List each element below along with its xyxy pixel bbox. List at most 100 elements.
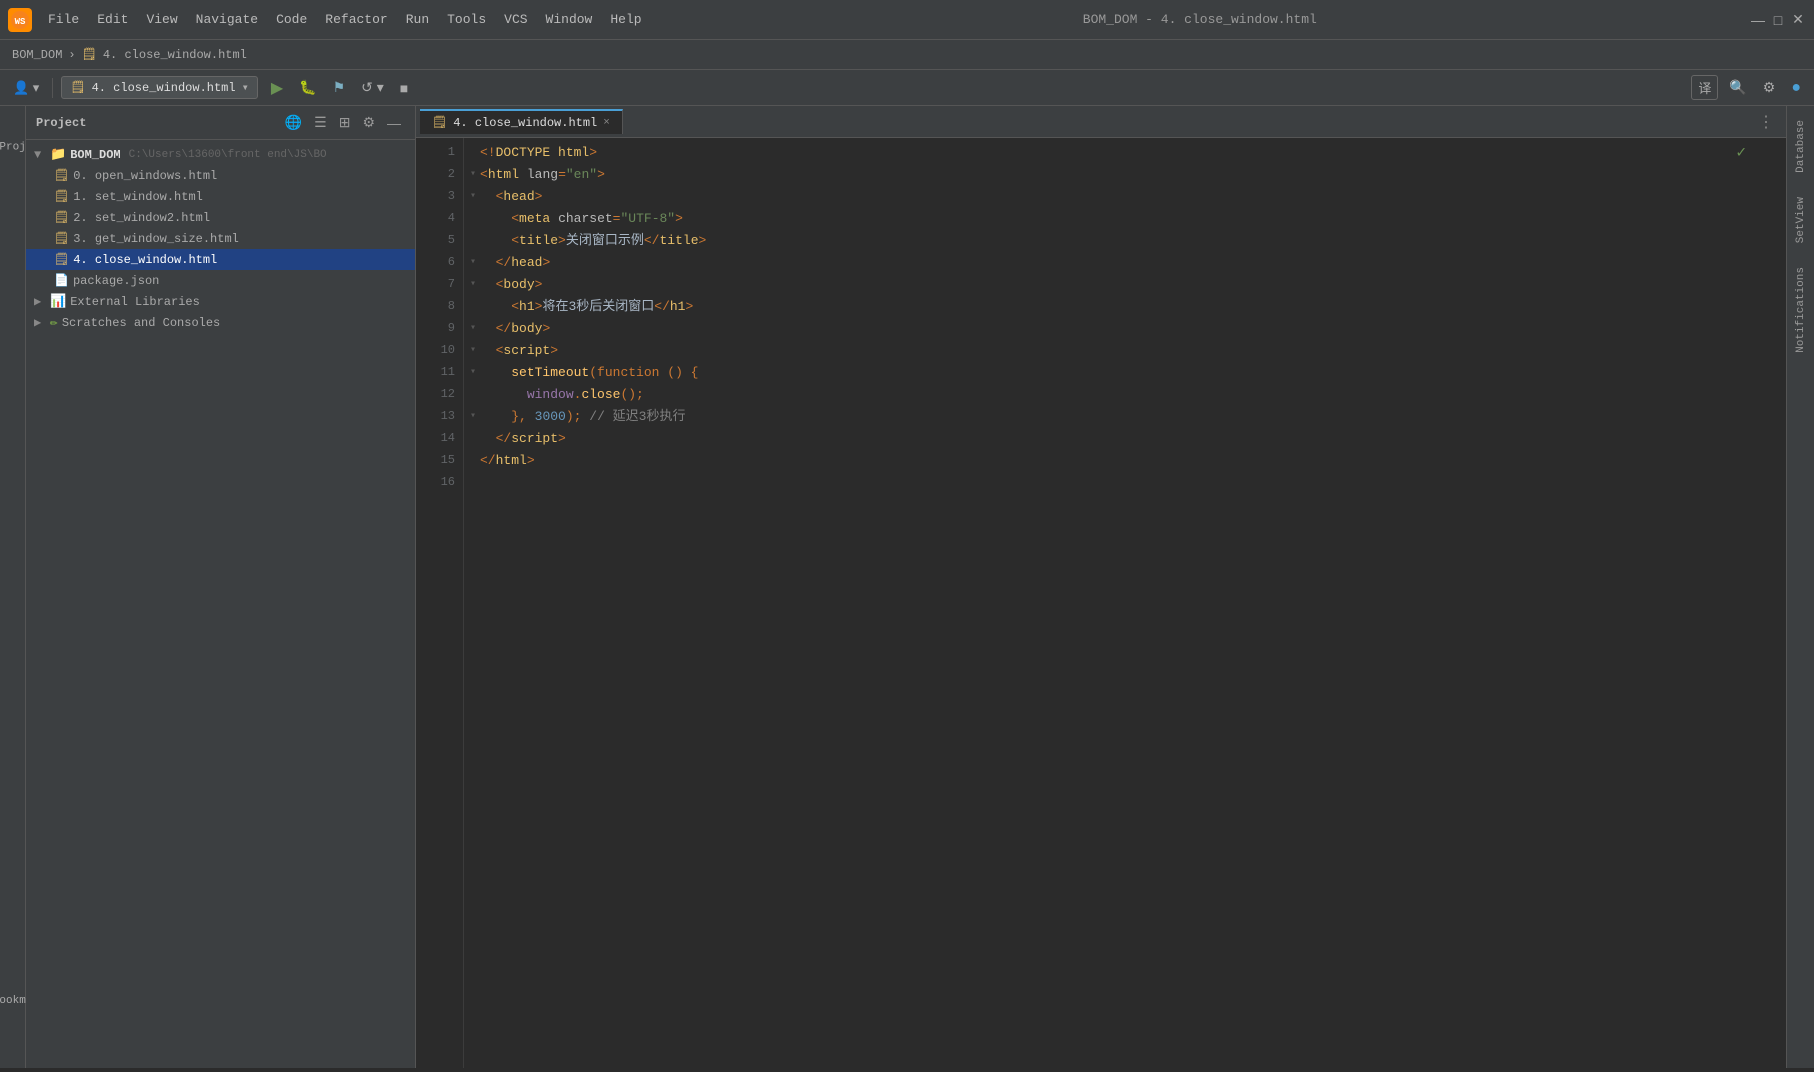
scratches-icon: ✏	[50, 315, 58, 330]
minimize-button[interactable]: —	[1750, 12, 1766, 28]
sidebar: Project 🌐 ☰ ⊞ ⚙ — ▼ 📁 BOM_DOM C:\Users\1…	[26, 106, 416, 1068]
reload-button[interactable]: ↺ ▾	[356, 76, 389, 99]
editor-tab-close-window[interactable]: 🗒 4. close_window.html ×	[420, 109, 623, 134]
tree-root-bom-dom[interactable]: ▼ 📁 BOM_DOM C:\Users\13600\front end\JS\…	[26, 144, 415, 165]
sidebar-header: Project 🌐 ☰ ⊞ ⚙ —	[26, 106, 415, 140]
maximize-button[interactable]: □	[1770, 12, 1786, 28]
file5-name: package.json	[73, 274, 159, 288]
fold-arrow-13[interactable]: ▾	[466, 409, 480, 426]
profile-button[interactable]: 👤 ▾	[8, 77, 44, 99]
fold-arrow-6[interactable]: ▾	[466, 255, 480, 272]
tab-more-btn[interactable]: ⋮	[1750, 112, 1782, 132]
menu-code[interactable]: Code	[268, 8, 315, 31]
right-tab-notifications[interactable]: Notifications	[1791, 257, 1811, 363]
fold-arrow-10[interactable]: ▾	[466, 343, 480, 360]
breadcrumb-file[interactable]: 4. close_window.html	[103, 48, 247, 62]
file3-name: 3. get_window_size.html	[73, 232, 239, 246]
sidebar-list-btn[interactable]: ☰	[310, 112, 331, 133]
file1-name: 1. set_window.html	[73, 190, 203, 204]
ext-lib-arrow: ▶	[34, 294, 46, 309]
svg-text:WS: WS	[15, 17, 26, 27]
menu-edit[interactable]: Edit	[89, 8, 136, 31]
translate-button[interactable]: 译	[1691, 75, 1718, 100]
breadcrumb-project[interactable]: BOM_DOM	[12, 48, 62, 62]
line-number-14: 14	[416, 428, 455, 450]
code-content[interactable]: <!DOCTYPE html>▾<html lang="en">▾ <head>…	[464, 138, 1786, 1068]
menu-bar: File Edit View Navigate Code Refactor Ru…	[40, 8, 650, 31]
menu-vcs[interactable]: VCS	[496, 8, 535, 31]
sidebar-gear-btn[interactable]: ⚙	[358, 112, 379, 133]
breadcrumb: BOM_DOM › 🗒 4. close_window.html	[0, 40, 1814, 70]
line-number-3: 3	[416, 186, 455, 208]
stop-button[interactable]: ■	[395, 77, 413, 99]
code-line-1: <!DOCTYPE html>	[480, 142, 1786, 164]
code-line-2: ▾<html lang="en">	[480, 164, 1786, 186]
settings-button[interactable]: ⚙	[1758, 76, 1781, 99]
close-button[interactable]: ✕	[1790, 12, 1806, 28]
right-tab-database[interactable]: Database	[1791, 110, 1811, 183]
scratches-arrow: ▶	[34, 315, 46, 330]
line-number-13: 13	[416, 406, 455, 428]
file3-icon: 🗒	[54, 231, 69, 246]
run-button[interactable]: ▶	[266, 75, 288, 101]
menu-run[interactable]: Run	[398, 8, 437, 31]
fold-arrow-2[interactable]: ▾	[466, 167, 480, 184]
fold-arrow-9[interactable]: ▾	[466, 321, 480, 338]
sidebar-collapse-btn[interactable]: —	[383, 112, 405, 133]
code-line-4: <meta charset="UTF-8">	[480, 208, 1786, 230]
window-title: BOM_DOM - 4. close_window.html	[658, 12, 1742, 27]
tree-file-1[interactable]: 🗒 1. set_window.html	[26, 186, 415, 207]
editor-tabs: 🗒 4. close_window.html × ⋮	[416, 106, 1786, 138]
line-number-12: 12	[416, 384, 455, 406]
file-tree: ▼ 📁 BOM_DOM C:\Users\13600\front end\JS\…	[26, 140, 415, 1068]
code-line-9: ▾ </body>	[480, 318, 1786, 340]
menu-help[interactable]: Help	[602, 8, 649, 31]
file2-name: 2. set_window2.html	[73, 211, 210, 225]
sidebar-title-label: Project	[36, 116, 275, 130]
tree-file-4[interactable]: 🗒 4. close_window.html	[26, 249, 415, 270]
ext-lib-name: External Libraries	[70, 295, 200, 309]
code-line-6: ▾ </head>	[480, 252, 1786, 274]
search-button[interactable]: 🔍	[1724, 76, 1751, 99]
editor-area: 🗒 4. close_window.html × ⋮ 1234567891011…	[416, 106, 1786, 1068]
menu-tools[interactable]: Tools	[439, 8, 494, 31]
file0-icon: 🗒	[54, 168, 69, 183]
fold-arrow-7[interactable]: ▾	[466, 277, 480, 294]
tree-file-0[interactable]: 🗒 0. open_windows.html	[26, 165, 415, 186]
title-bar: WS File Edit View Navigate Code Refactor…	[0, 0, 1814, 40]
menu-navigate[interactable]: Navigate	[188, 8, 266, 31]
code-line-13: ▾ }, 3000); // 延迟3秒执行	[480, 406, 1786, 428]
line-number-1: 1	[416, 142, 455, 164]
root-folder-path: C:\Users\13600\front end\JS\BO	[129, 149, 327, 161]
avatar-button[interactable]: ●	[1786, 76, 1806, 100]
menu-refactor[interactable]: Refactor	[317, 8, 395, 31]
line-number-8: 8	[416, 296, 455, 318]
fold-arrow-11[interactable]: ▾	[466, 365, 480, 382]
menu-view[interactable]: View	[138, 8, 185, 31]
tree-file-3[interactable]: 🗒 3. get_window_size.html	[26, 228, 415, 249]
menu-file[interactable]: File	[40, 8, 87, 31]
tab-file-icon: 🗒	[432, 115, 447, 130]
code-line-7: ▾ <body>	[480, 274, 1786, 296]
file5-icon: 📄	[54, 273, 69, 288]
tree-file-2[interactable]: 🗒 2. set_window2.html	[26, 207, 415, 228]
sidebar-filter-btn[interactable]: ⊞	[335, 112, 355, 133]
tree-scratches-consoles[interactable]: ▶ ✏ Scratches and Consoles	[26, 312, 415, 333]
tree-external-libraries[interactable]: ▶ 📊 External Libraries	[26, 291, 415, 312]
sidebar-globe-btn[interactable]: 🌐	[281, 112, 306, 133]
sidebar-toolbar: 🌐 ☰ ⊞ ⚙ —	[281, 112, 405, 133]
line-number-9: 9	[416, 318, 455, 340]
code-line-8: <h1>将在3秒后关闭窗口</h1>	[480, 296, 1786, 318]
tree-file-5[interactable]: 📄 package.json	[26, 270, 415, 291]
file4-icon: 🗒	[54, 252, 69, 267]
right-tab-setview[interactable]: SetView	[1791, 187, 1811, 253]
top-right-tools: 译 🔍 ⚙ ●	[1691, 75, 1806, 100]
coverage-button[interactable]: ⚑	[328, 76, 351, 99]
run-config-dropdown[interactable]: 🗒 4. close_window.html ▾	[61, 76, 258, 99]
code-line-3: ▾ <head>	[480, 186, 1786, 208]
fold-arrow-3[interactable]: ▾	[466, 189, 480, 206]
line-number-15: 15	[416, 450, 455, 472]
tab-close-btn[interactable]: ×	[603, 117, 610, 129]
menu-window[interactable]: Window	[538, 8, 601, 31]
debug-button[interactable]: 🐛	[294, 76, 321, 99]
